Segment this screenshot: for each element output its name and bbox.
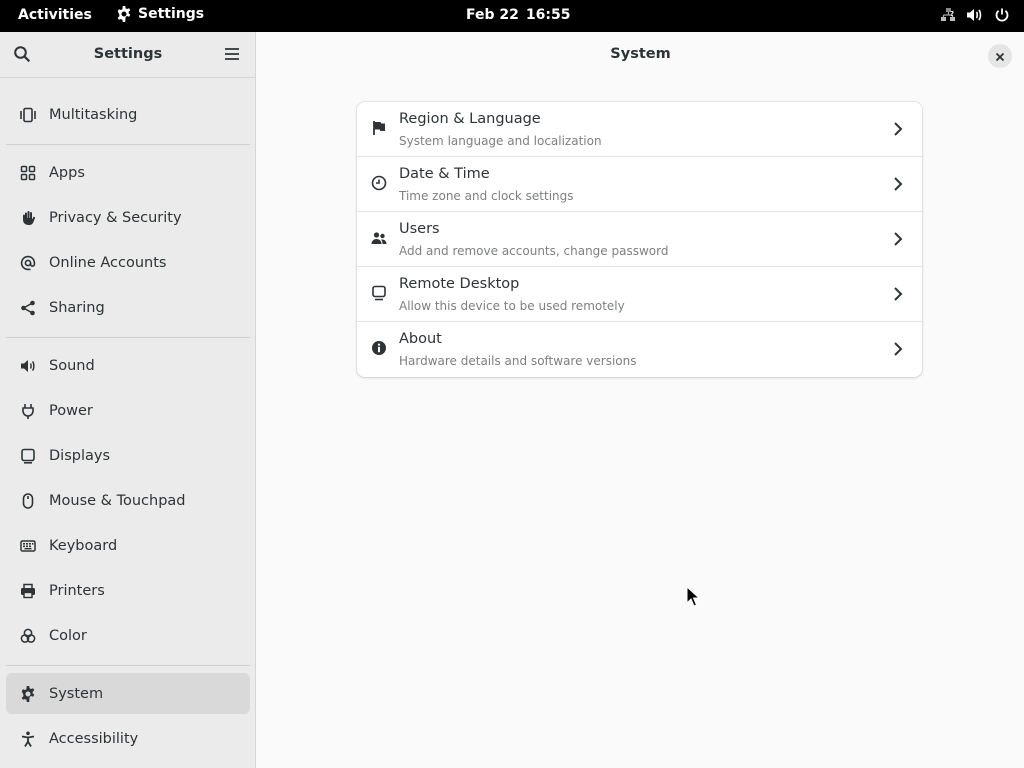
chevron-right-icon (893, 176, 903, 196)
sidebar-item-label: Sharing (49, 299, 105, 316)
system-settings-list: Region & Language System language and lo… (357, 102, 922, 377)
printer-icon (20, 583, 36, 599)
keyboard-icon (20, 538, 36, 554)
sidebar-item-sharing[interactable]: Sharing (6, 287, 250, 328)
sidebar-item-label: Mouse & Touchpad (49, 492, 186, 509)
sidebar-divider (6, 144, 250, 145)
hamburger-menu-icon[interactable] (224, 46, 240, 66)
top-bar: Activities Settings Feb 22 16:55 ? (0, 0, 1024, 32)
app-menu-label: Settings (138, 6, 205, 22)
app-menu[interactable]: Settings (116, 6, 204, 22)
sidebar-item-system[interactable]: System (6, 673, 250, 714)
apps-grid-icon (20, 165, 36, 181)
sidebar-item-label: Multitasking (49, 106, 138, 123)
chevron-right-icon (893, 286, 903, 306)
svg-text:?: ? (950, 10, 954, 18)
sidebar-item-accessibility[interactable]: Accessibility (6, 718, 250, 759)
monitor-icon (20, 448, 36, 464)
users-icon (371, 230, 387, 246)
clock-icon (371, 175, 387, 191)
at-sign-icon (20, 255, 36, 271)
sidebar-item-label: Online Accounts (49, 254, 167, 271)
page-title: System (610, 46, 671, 62)
sidebar-item-label: Privacy & Security (49, 209, 182, 226)
sidebar-item-multitasking[interactable]: Multitasking (6, 94, 250, 135)
sidebar-item-label: Displays (49, 447, 111, 464)
close-button[interactable] (988, 44, 1012, 68)
sidebar-item-printers[interactable]: Printers (6, 570, 250, 611)
row-subtitle: Add and remove accounts, change password (399, 244, 669, 258)
close-icon (995, 47, 1005, 66)
sidebar-item-label: Sound (49, 357, 95, 374)
sidebar-header: Settings (0, 32, 255, 78)
info-icon (371, 340, 387, 356)
power-icon[interactable] (994, 7, 1010, 23)
row-region-language[interactable]: Region & Language System language and lo… (357, 102, 922, 157)
row-subtitle: System language and localization (399, 134, 602, 148)
volume-icon[interactable] (966, 7, 984, 23)
hand-icon (20, 210, 36, 226)
sidebar-item-label: Printers (49, 582, 105, 599)
sidebar-item-label: Color (49, 627, 87, 644)
date-text: Feb 22 (466, 7, 519, 23)
chevron-right-icon (893, 341, 903, 361)
row-about[interactable]: About Hardware details and software vers… (357, 322, 922, 377)
flag-icon (371, 120, 387, 136)
sidebar-item-label: Apps (49, 164, 85, 181)
color-icon (20, 628, 36, 644)
system-tray[interactable]: ? (940, 7, 1010, 23)
row-subtitle: Time zone and clock settings (399, 189, 574, 203)
activities-button[interactable]: Activities (18, 7, 92, 23)
row-date-time[interactable]: Date & Time Time zone and clock settings (357, 157, 922, 212)
row-users[interactable]: Users Add and remove accounts, change pa… (357, 212, 922, 267)
row-title: Remote Desktop (399, 276, 520, 292)
remote-desktop-icon (371, 285, 387, 301)
sidebar-item-mouse-touchpad[interactable]: Mouse & Touchpad (6, 480, 250, 521)
chevron-right-icon (893, 231, 903, 251)
sidebar-item-label: Power (49, 402, 93, 419)
sidebar-item-power[interactable]: Power (6, 390, 250, 431)
sidebar-item-sound[interactable]: Sound (6, 345, 250, 386)
sidebar-item-keyboard[interactable]: Keyboard (6, 525, 250, 566)
chevron-right-icon (893, 121, 903, 141)
sidebar-item-color[interactable]: Color (6, 615, 250, 656)
row-title: Date & Time (399, 166, 490, 182)
plug-icon (20, 403, 36, 419)
sidebar-divider (6, 665, 250, 666)
sidebar-item-label: Keyboard (49, 537, 118, 554)
speaker-icon (20, 358, 36, 374)
clock-button[interactable]: Feb 22 16:55 (466, 7, 570, 23)
sidebar-item-privacy-security[interactable]: Privacy & Security (6, 197, 250, 238)
sidebar-item-apps[interactable]: Apps (6, 152, 250, 193)
sidebar-item-label: Accessibility (49, 730, 139, 747)
mouse-icon (20, 492, 36, 509)
network-icon[interactable]: ? (940, 7, 956, 23)
sidebar-item-label: System (49, 685, 104, 702)
mouse-pointer-icon (686, 585, 701, 612)
sidebar-item-displays[interactable]: Displays (6, 435, 250, 476)
accessibility-icon (20, 731, 36, 747)
sidebar-divider (6, 337, 250, 338)
sidebar: Settings Multitasking Apps Privacy & Sec… (0, 32, 256, 768)
row-title: About (399, 331, 442, 347)
row-subtitle: Allow this device to be used remotely (399, 299, 625, 313)
main-panel: System Region & Language System language… (257, 32, 1024, 768)
row-remote-desktop[interactable]: Remote Desktop Allow this device to be u… (357, 267, 922, 322)
row-title: Region & Language (399, 111, 541, 127)
gear-icon (116, 6, 132, 22)
sidebar-title: Settings (93, 46, 163, 62)
row-title: Users (399, 221, 440, 237)
row-subtitle: Hardware details and software versions (399, 354, 637, 368)
sidebar-item-online-accounts[interactable]: Online Accounts (6, 242, 250, 283)
time-text: 16:55 (525, 7, 571, 23)
multitasking-icon (20, 107, 36, 123)
gear-icon (20, 685, 36, 702)
share-icon (20, 300, 36, 316)
